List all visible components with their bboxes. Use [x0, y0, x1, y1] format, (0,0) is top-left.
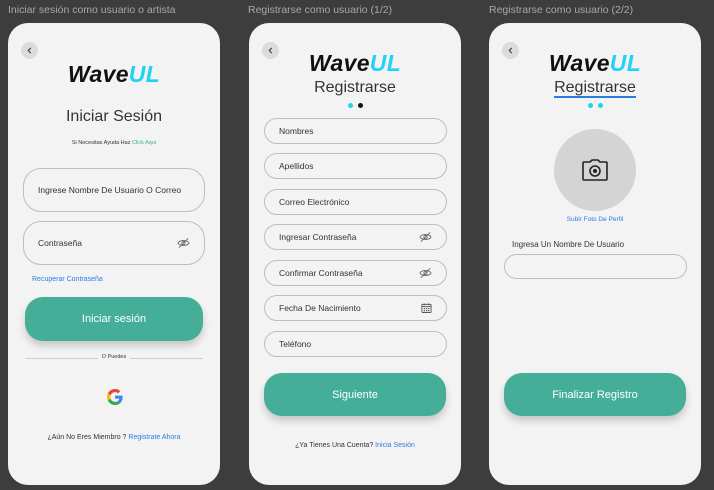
- username-label: Ingresa Un Nombre De Usuario: [512, 240, 625, 249]
- frame-label-register-1: Registrarse como usuario (1/2): [248, 4, 393, 16]
- page-title: Registrarse: [554, 79, 636, 98]
- recover-password-link[interactable]: Recuperar Contraseña: [32, 276, 103, 283]
- username-field[interactable]: [504, 254, 687, 279]
- step-indicator: [489, 103, 701, 108]
- eye-off-icon[interactable]: [177, 237, 190, 249]
- login-line: ¿Ya Tienes Una Cuenta? Inicia Sesión: [249, 442, 461, 449]
- eye-off-icon[interactable]: [419, 267, 432, 279]
- step-dot: [357, 103, 363, 108]
- step-indicator: [249, 103, 461, 108]
- register-step2-screen: WaveUL Registrarse Subir Foto De Perfil …: [489, 23, 701, 485]
- signup-link[interactable]: Registrate Ahora: [128, 434, 180, 441]
- next-button[interactable]: Siguiente: [264, 373, 446, 416]
- step-dot-active: [587, 103, 593, 108]
- password-field[interactable]: Contraseña: [23, 221, 205, 265]
- nombres-field[interactable]: Nombres: [264, 118, 447, 144]
- divider-text: O Puedes: [97, 354, 131, 360]
- page-title: Iniciar Sesión: [65, 108, 163, 125]
- app-logo: WaveUL: [548, 50, 642, 76]
- email-field[interactable]: Correo Electrónico: [264, 189, 447, 215]
- confirm-password-field[interactable]: Confirmar Contraseña: [264, 260, 447, 286]
- calendar-icon[interactable]: [421, 303, 432, 314]
- register-step1-screen: WaveUL Registrarse Nombres Apellidos Cor…: [249, 23, 461, 485]
- login-button[interactable]: Iniciar sesión: [25, 297, 203, 341]
- upload-photo-link[interactable]: Subir Foto De Perfil: [489, 216, 701, 223]
- frame-label-login: Iniciar sesión como usuario o artista: [8, 4, 176, 16]
- frame-label-register-2: Registrarse como usuario (2/2): [489, 4, 634, 16]
- profile-photo-upload[interactable]: [554, 129, 636, 211]
- help-link[interactable]: Click Aqui: [132, 140, 156, 146]
- help-text: Si Necesitas Ayuda Haz: [71, 140, 131, 146]
- step-dot-active: [347, 103, 353, 108]
- google-icon[interactable]: [107, 389, 123, 405]
- eye-off-icon[interactable]: [419, 231, 432, 243]
- birthdate-field[interactable]: Fecha De Nacimiento: [264, 295, 447, 321]
- password-field[interactable]: Ingresar Contraseña: [264, 224, 447, 250]
- step-dot-active: [597, 103, 603, 108]
- app-logo: WaveUL: [308, 50, 402, 76]
- login-link[interactable]: Inicia Sesión: [375, 442, 415, 449]
- app-logo: WaveUL: [67, 61, 161, 87]
- login-prompt: ¿Ya Tienes Una Cuenta?: [295, 442, 374, 449]
- page-title: Registrarse: [314, 79, 396, 96]
- back-arrow-icon: [27, 47, 32, 54]
- login-screen: WaveUL Iniciar Sesión Si Necesitas Ayuda…: [8, 23, 220, 485]
- username-field[interactable]: Ingrese Nombre De Usuario O Correo: [23, 168, 205, 212]
- signup-line: ¿Aún No Eres Miembro ? Registrate Ahora: [8, 434, 220, 441]
- signup-prompt: ¿Aún No Eres Miembro ?: [47, 434, 127, 441]
- back-button[interactable]: [21, 42, 38, 59]
- help-line: Si Necesitas Ayuda Haz Click Aqui: [8, 140, 220, 146]
- finish-registration-button[interactable]: Finalizar Registro: [504, 373, 686, 416]
- camera-icon: [582, 159, 608, 181]
- phone-field[interactable]: Teléfono: [264, 331, 447, 357]
- apellidos-field[interactable]: Apellidos: [264, 153, 447, 179]
